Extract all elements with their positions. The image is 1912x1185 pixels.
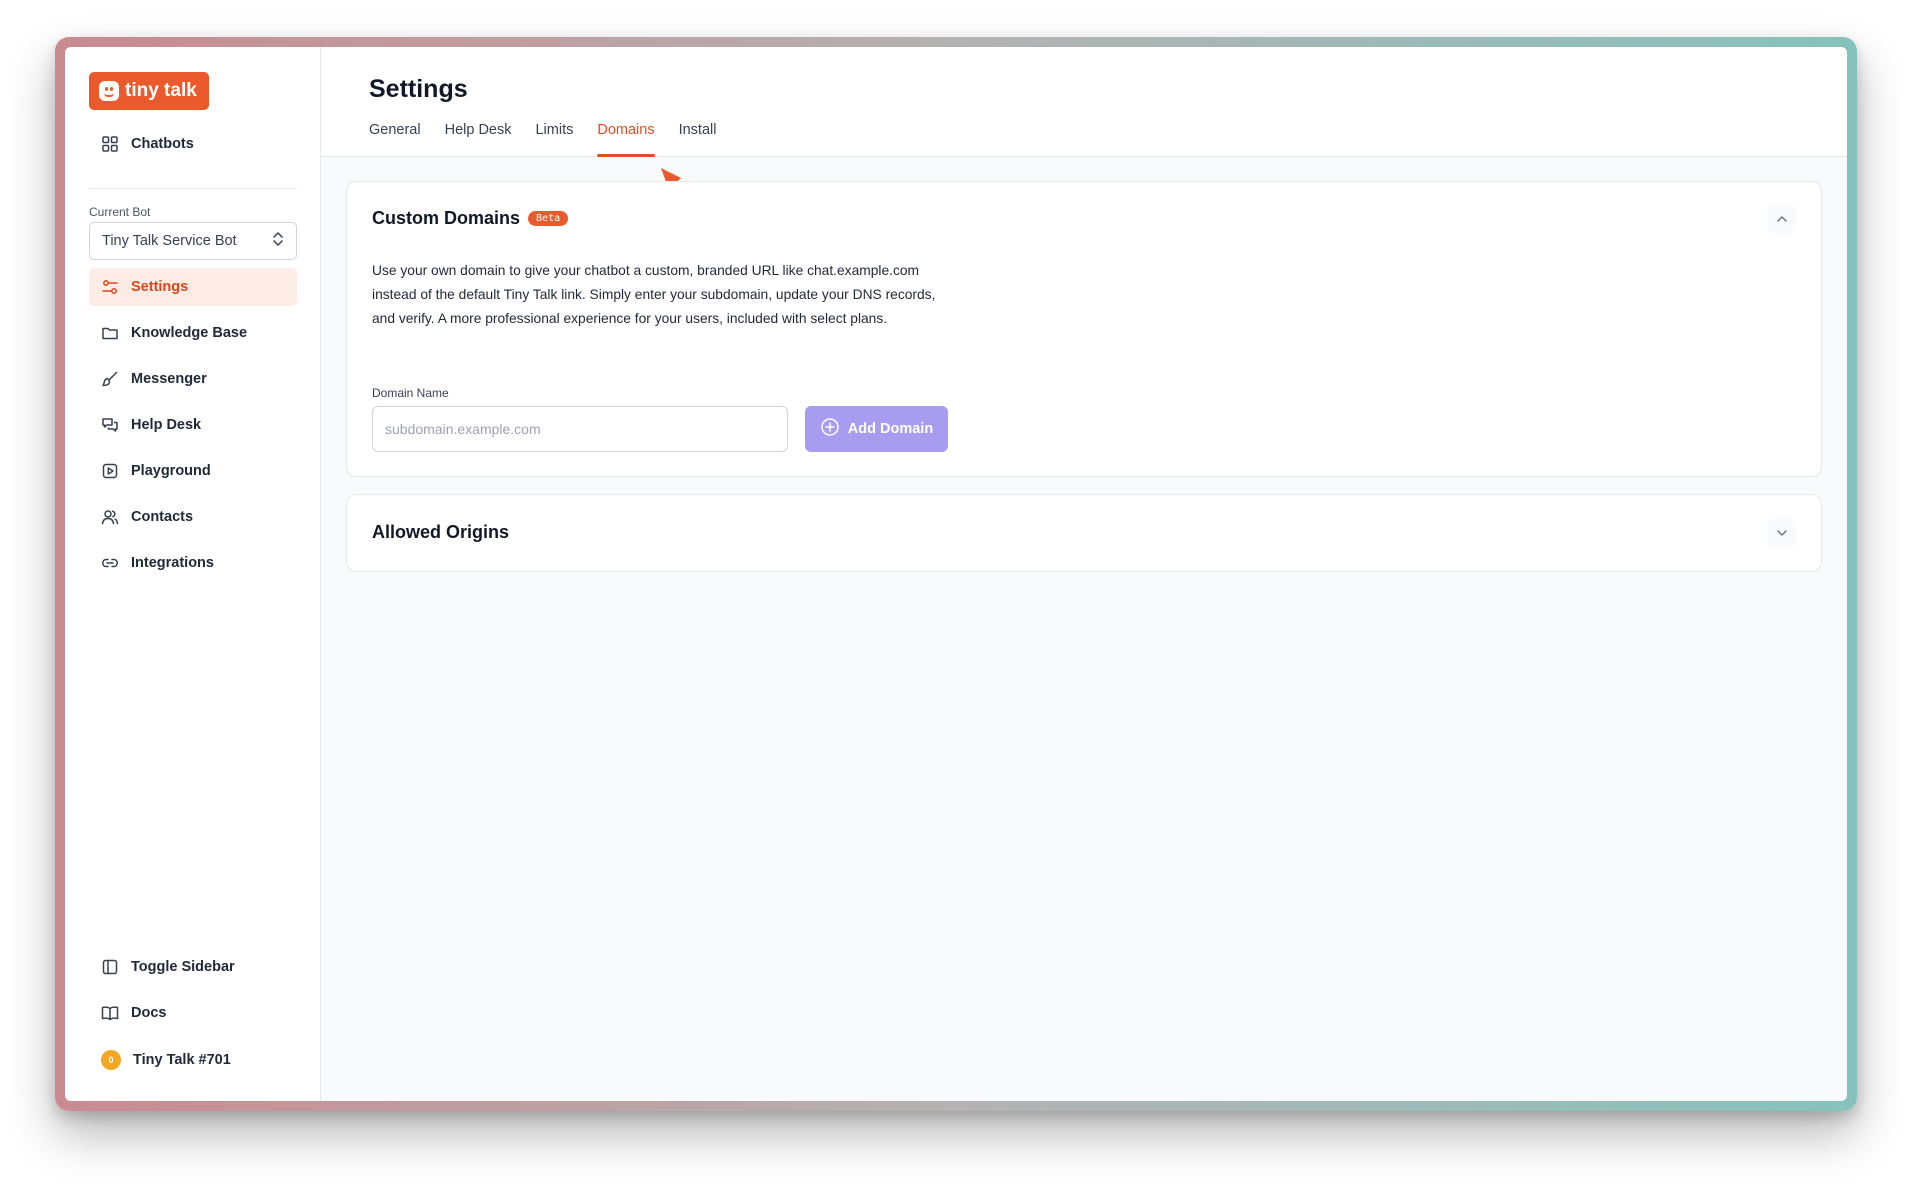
expand-allowed-origins-button[interactable] bbox=[1768, 519, 1796, 547]
current-bot-value: Tiny Talk Service Bot bbox=[102, 233, 237, 249]
settings-header: Settings General Help Desk Limits Domain… bbox=[321, 47, 1847, 157]
avatar: 0 bbox=[101, 1050, 121, 1070]
sidebar-item-messenger[interactable]: Messenger bbox=[89, 360, 297, 398]
domain-name-input[interactable] bbox=[372, 406, 788, 452]
chat-bubbles-icon bbox=[101, 416, 119, 434]
brand-logo[interactable]: tiny talk bbox=[89, 72, 209, 110]
folder-icon bbox=[101, 324, 119, 342]
beta-badge: Beta bbox=[528, 211, 569, 226]
sidebar-item-settings[interactable]: Settings bbox=[89, 268, 297, 306]
toggle-sidebar-label: Toggle Sidebar bbox=[131, 959, 235, 975]
sidebar-item-integrations[interactable]: Integrations bbox=[89, 544, 297, 582]
app-window: tiny talk Chatbots Current Bot Tiny Talk… bbox=[65, 47, 1847, 1101]
plus-circle-icon bbox=[820, 417, 840, 441]
sidebar-item-contacts[interactable]: Contacts bbox=[89, 498, 297, 536]
sidebar-item-chatbots[interactable]: Chatbots bbox=[89, 125, 297, 163]
chevron-up-down-icon bbox=[272, 231, 284, 251]
grid-icon bbox=[101, 135, 119, 153]
main-content: Settings General Help Desk Limits Domain… bbox=[321, 47, 1847, 1101]
tab-domains[interactable]: Domains bbox=[597, 122, 655, 157]
custom-domains-card: Custom Domains Beta Use your own domain … bbox=[346, 181, 1822, 477]
tab-install[interactable]: Install bbox=[679, 122, 717, 157]
smiley-logo-icon bbox=[99, 81, 119, 101]
tab-general[interactable]: General bbox=[369, 122, 421, 157]
brand-name: tiny talk bbox=[125, 80, 197, 101]
collapse-custom-domains-button[interactable] bbox=[1768, 205, 1796, 233]
add-domain-label: Add Domain bbox=[847, 421, 934, 437]
docs-link[interactable]: Docs bbox=[89, 994, 297, 1032]
sidebar-item-label: Settings bbox=[131, 279, 189, 295]
custom-domains-heading: Custom Domains bbox=[372, 208, 521, 228]
users-icon bbox=[101, 508, 119, 526]
sidebar-item-label: Messenger bbox=[131, 371, 207, 387]
sidebar-item-label: Playground bbox=[131, 463, 211, 479]
tab-limits[interactable]: Limits bbox=[535, 122, 573, 157]
chevron-up-icon bbox=[1776, 210, 1788, 228]
sidebar-item-label: Contacts bbox=[131, 509, 194, 525]
current-bot-label: Current Bot bbox=[89, 205, 151, 219]
sidebar-item-knowledge-base[interactable]: Knowledge Base bbox=[89, 314, 297, 352]
allowed-origins-card[interactable]: Allowed Origins bbox=[346, 494, 1822, 572]
sidebar-item-label: Integrations bbox=[131, 555, 214, 571]
sidebar-item-label: Knowledge Base bbox=[131, 325, 248, 341]
toggle-sidebar-button[interactable]: Toggle Sidebar bbox=[89, 948, 297, 986]
add-domain-button[interactable]: Add Domain bbox=[805, 406, 948, 452]
brush-icon bbox=[101, 370, 119, 388]
custom-domains-description: Use your own domain to give your chatbot… bbox=[372, 263, 936, 326]
play-square-icon bbox=[101, 462, 119, 480]
sidebar-item-label: Chatbots bbox=[131, 136, 194, 152]
link-icon bbox=[101, 554, 119, 572]
domain-name-label: Domain Name bbox=[372, 386, 449, 400]
sidebar-item-help-desk[interactable]: Help Desk bbox=[89, 406, 297, 444]
page-title: Settings bbox=[369, 75, 468, 103]
tab-help-desk[interactable]: Help Desk bbox=[445, 122, 512, 157]
book-open-icon bbox=[101, 1004, 119, 1022]
sliders-icon bbox=[101, 278, 119, 296]
settings-tabs: General Help Desk Limits Domains Install bbox=[369, 122, 716, 157]
sidebar-item-playground[interactable]: Playground bbox=[89, 452, 297, 490]
custom-domains-title: Custom Domains Beta bbox=[372, 208, 569, 229]
sidebar-divider bbox=[89, 188, 297, 189]
account-menu[interactable]: 0 Tiny Talk #701 bbox=[89, 1041, 297, 1079]
sidebar-item-label: Help Desk bbox=[131, 417, 202, 433]
chevron-down-icon bbox=[1776, 524, 1788, 542]
account-label: Tiny Talk #701 bbox=[133, 1052, 231, 1068]
allowed-origins-title: Allowed Origins bbox=[372, 522, 510, 542]
sidebar: tiny talk Chatbots Current Bot Tiny Talk… bbox=[65, 47, 321, 1101]
sidebar-panel-icon bbox=[101, 958, 119, 976]
current-bot-select[interactable]: Tiny Talk Service Bot bbox=[89, 222, 297, 260]
docs-label: Docs bbox=[131, 1005, 167, 1021]
